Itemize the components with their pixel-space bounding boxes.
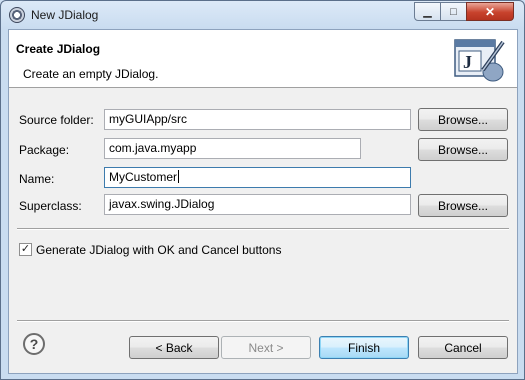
- browse-package-button[interactable]: Browse...: [418, 138, 508, 161]
- form-separator: [17, 228, 509, 230]
- source-folder-input[interactable]: myGUIApp/src: [104, 109, 411, 130]
- package-input[interactable]: com.java.myapp: [104, 138, 361, 159]
- jdialog-wizard-icon: J: [454, 39, 505, 82]
- superclass-input[interactable]: javax.swing.JDialog: [104, 194, 411, 215]
- finish-button[interactable]: Finish: [319, 336, 409, 359]
- checkmark-icon: ✓: [20, 243, 31, 255]
- name-label: Name:: [19, 172, 55, 186]
- wizard-header: Create JDialog Create an empty JDialog. …: [9, 30, 517, 88]
- cancel-button[interactable]: Cancel: [418, 336, 508, 359]
- j-letter: J: [463, 52, 472, 72]
- text-caret: [178, 170, 180, 183]
- name-input-value: MyCustomer: [109, 170, 178, 184]
- help-icon[interactable]: ?: [23, 333, 45, 355]
- generate-buttons-checkbox[interactable]: ✓: [19, 243, 32, 256]
- page-description: Create an empty JDialog.: [23, 67, 159, 81]
- minimize-button[interactable]: ▁: [414, 2, 441, 21]
- dialog-window: New JDialog ▁ □ ✕ Create JDialog Create …: [0, 0, 525, 380]
- browse-superclass-button[interactable]: Browse...: [418, 194, 508, 217]
- page-title: Create JDialog: [16, 42, 101, 56]
- generate-buttons-label[interactable]: Generate JDialog with OK and Cancel butt…: [36, 243, 281, 257]
- superclass-label: Superclass:: [19, 199, 82, 213]
- next-button[interactable]: Next >: [221, 336, 311, 359]
- window-title: New JDialog: [31, 8, 99, 22]
- source-folder-label: Source folder:: [19, 113, 94, 127]
- dialog-body: Create JDialog Create an empty JDialog. …: [8, 29, 518, 374]
- maximize-button[interactable]: □: [440, 2, 467, 21]
- eclipse-app-icon: [9, 7, 25, 23]
- close-button[interactable]: ✕: [466, 2, 514, 21]
- name-input[interactable]: MyCustomer: [104, 167, 411, 188]
- footer-separator: [17, 320, 509, 322]
- back-button[interactable]: < Back: [129, 336, 219, 359]
- package-label: Package:: [19, 143, 70, 157]
- title-bar[interactable]: New JDialog ▁ □ ✕: [1, 1, 524, 29]
- browse-source-folder-button[interactable]: Browse...: [418, 108, 508, 131]
